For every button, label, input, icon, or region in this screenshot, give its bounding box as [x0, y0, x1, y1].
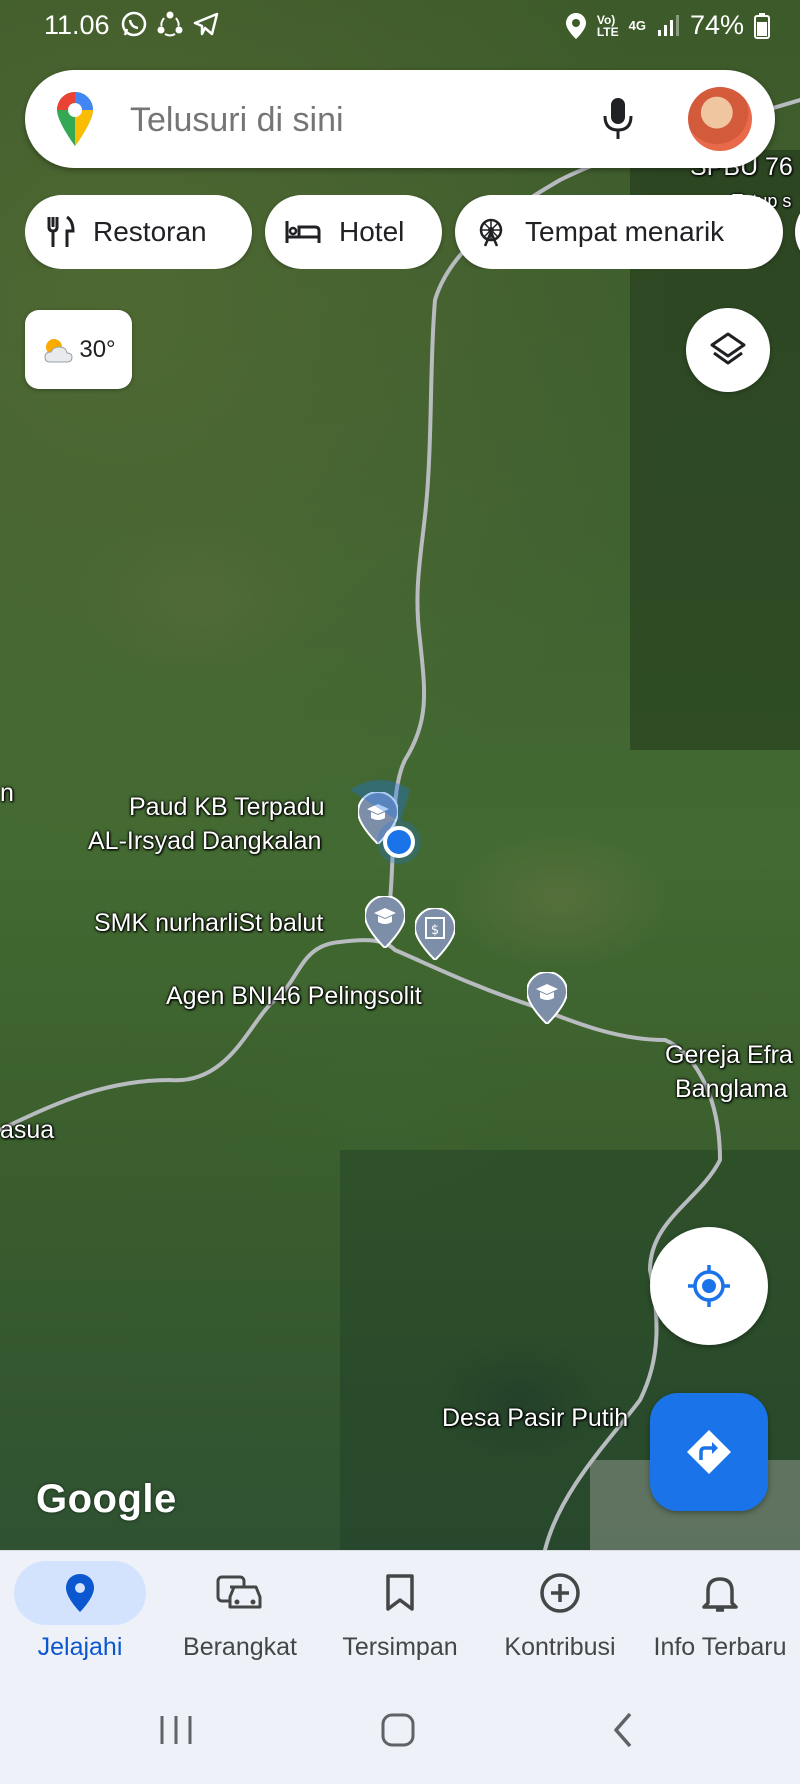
bottom-navigation: Jelajahi Berangkat Tersimpan Kontribusi …	[0, 1550, 800, 1683]
volte-indicator: Vo) LTE	[597, 14, 619, 38]
directions-button[interactable]	[650, 1393, 768, 1511]
nav-label: Berangkat	[183, 1633, 297, 1661]
ferris-wheel-icon	[479, 218, 503, 247]
nav-label: Tersimpan	[342, 1633, 458, 1661]
google-logo: Google	[36, 1477, 177, 1521]
chip-more[interactable]	[795, 195, 800, 269]
weather-badge[interactable]: 30°	[25, 310, 132, 389]
status-right: Vo) LTE 4G 74%	[565, 10, 770, 41]
layers-button[interactable]	[686, 308, 770, 392]
chip-tempat-menarik[interactable]: Tempat menarik	[455, 195, 783, 269]
add-circle-icon	[540, 1573, 580, 1613]
chip-restoran[interactable]: Restoran	[25, 195, 252, 269]
commute-icon	[216, 1575, 262, 1609]
search-input[interactable]	[128, 100, 552, 141]
nav-icon-pill	[334, 1561, 466, 1625]
nav-jelajahi[interactable]: Jelajahi	[0, 1551, 160, 1683]
nav-icon-pill	[494, 1561, 626, 1625]
notification-icons	[120, 10, 220, 38]
battery-percent: 74%	[689, 10, 744, 40]
system-navigation-bar	[0, 1682, 800, 1784]
location-pin-icon	[66, 1574, 94, 1612]
search-bar[interactable]	[25, 70, 775, 168]
maps-pin-logo-icon	[57, 92, 93, 146]
sync-icon	[157, 11, 183, 37]
volte-top: Vo)	[596, 12, 616, 27]
school-marker[interactable]	[527, 972, 567, 1024]
battery-icon	[754, 12, 770, 39]
nav-icon-pill	[654, 1561, 786, 1625]
chip-hotel[interactable]: Hotel	[265, 195, 442, 269]
nav-berangkat[interactable]: Berangkat	[160, 1551, 320, 1683]
chip-label: Restoran	[93, 216, 207, 247]
back-icon[interactable]	[608, 1710, 638, 1750]
map-label-edge: n	[0, 779, 14, 807]
nav-label: Kontribusi	[504, 1633, 616, 1661]
map-label-smk[interactable]: SMK nurharliSt balut	[94, 908, 323, 938]
partly-cloudy-icon	[44, 338, 73, 362]
map-label-paud-line2[interactable]: AL-Irsyad Dangkalan	[88, 826, 321, 856]
crosshair-icon	[688, 1265, 730, 1307]
school-marker[interactable]	[365, 896, 405, 948]
location-status-icon	[565, 12, 586, 39]
map-label-agen[interactable]: Agen BNI46 Pelingsolit	[166, 981, 422, 1011]
nav-icon-pill	[14, 1561, 146, 1625]
whatsapp-icon	[121, 11, 147, 37]
volte-bottom: LTE	[596, 24, 619, 39]
bell-icon	[702, 1577, 738, 1612]
nav-kontribusi[interactable]: Kontribusi	[480, 1551, 640, 1683]
map-label-desa[interactable]: Desa Pasir Putih	[442, 1403, 628, 1433]
nav-info-terbaru[interactable]: Info Terbaru	[640, 1551, 800, 1683]
chip-label: Tempat menarik	[525, 216, 725, 247]
network-type: 4G	[628, 18, 646, 33]
nav-label: Jelajahi	[37, 1633, 123, 1661]
fork-knife-icon	[47, 215, 75, 247]
bookmark-icon	[386, 1574, 414, 1611]
nav-icon-pill	[174, 1561, 306, 1625]
layers-icon	[710, 332, 746, 365]
bed-icon	[285, 221, 321, 243]
status-time: 11.06	[44, 10, 110, 40]
bank-marker[interactable]: $	[415, 908, 455, 960]
svg-text:$: $	[431, 923, 439, 938]
chip-label: Hotel	[339, 216, 405, 247]
recent-apps-icon[interactable]	[158, 1710, 194, 1750]
road-west	[0, 938, 397, 1132]
telegram-icon	[193, 12, 219, 36]
nav-tersimpan[interactable]: Tersimpan	[320, 1551, 480, 1683]
my-location-button[interactable]	[650, 1227, 768, 1345]
category-chips: Restoran Hotel Tempat menarik	[25, 195, 800, 269]
map-label-asua[interactable]: asua	[0, 1115, 54, 1145]
current-location-dot[interactable]	[330, 770, 450, 880]
map-label-paud[interactable]: Paud KB Terpadu	[129, 792, 325, 822]
map-label-gereja[interactable]: Gereja Efra	[665, 1040, 793, 1070]
microphone-icon[interactable]	[600, 96, 636, 142]
status-bar: 11.06 Vo) LTE 4G 74%	[0, 0, 800, 52]
directions-icon	[687, 1430, 731, 1474]
signal-icon	[657, 14, 679, 36]
weather-temperature: 30°	[79, 335, 116, 363]
nav-label: Info Terbaru	[653, 1633, 787, 1661]
map-label-gereja-line2[interactable]: Banglama	[675, 1074, 788, 1104]
home-icon[interactable]	[380, 1710, 416, 1750]
user-avatar[interactable]	[688, 87, 752, 151]
